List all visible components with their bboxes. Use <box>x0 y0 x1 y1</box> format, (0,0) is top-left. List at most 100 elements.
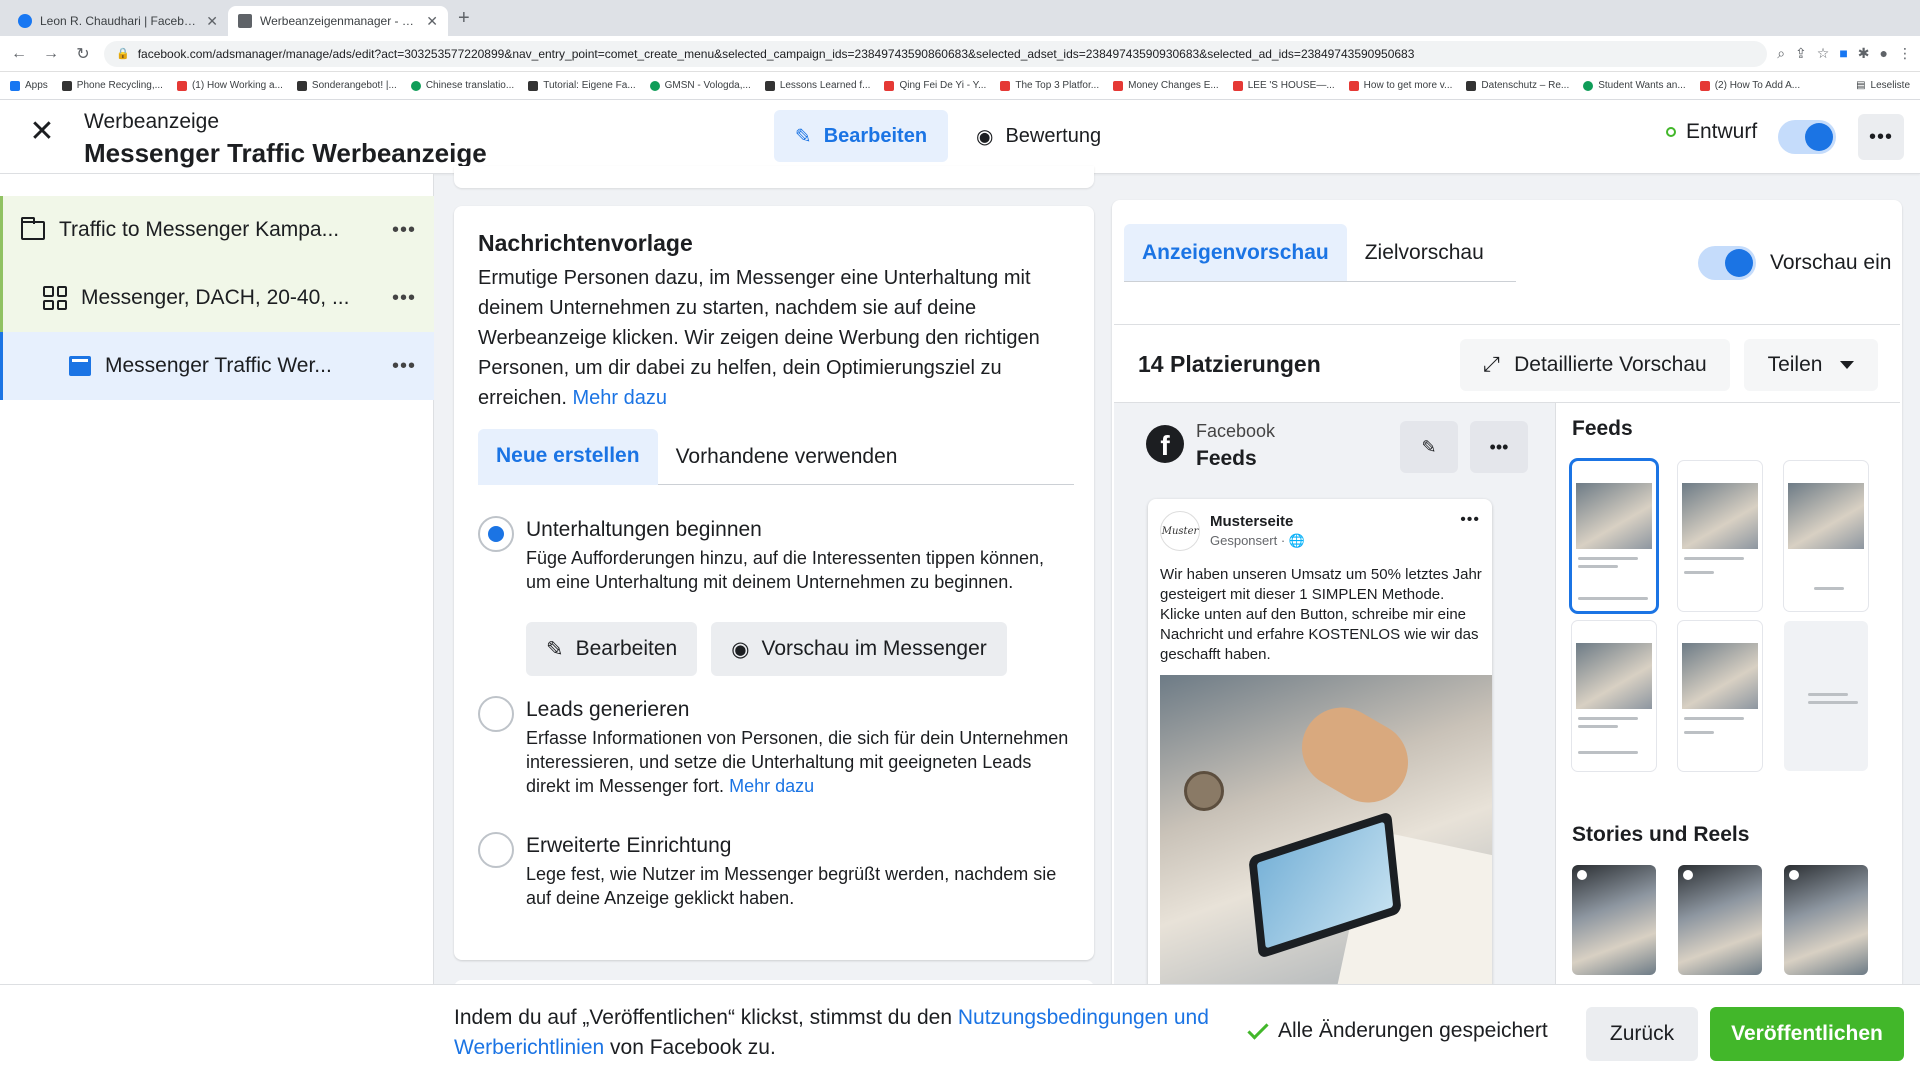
learn-more-link[interactable]: Mehr dazu <box>573 387 668 409</box>
bookmark-item[interactable]: Datenschutz – Re... <box>1466 80 1569 91</box>
placement-thumbnail[interactable] <box>1572 461 1656 611</box>
messenger-icon: ◉ <box>731 637 750 661</box>
tab-destination-preview[interactable]: Zielvorschau <box>1347 224 1502 281</box>
more-dots-icon[interactable]: ••• <box>374 219 434 242</box>
reading-list[interactable]: ▤ Leseliste <box>1856 80 1910 91</box>
folder-icon <box>21 216 45 240</box>
back-arrow-icon[interactable]: ← <box>8 45 30 63</box>
bookmark-apps[interactable]: Apps <box>10 80 48 91</box>
browser-tab-adsmanager[interactable]: Werbeanzeigenmanager - Wer ✕ <box>228 6 448 36</box>
star-icon[interactable]: ☆ <box>1817 45 1830 62</box>
share-icon[interactable]: ⇪ <box>1795 45 1807 62</box>
browser-tab-title: Leon R. Chaudhari | Facebook <box>40 14 199 28</box>
tab-create-new[interactable]: Neue erstellen <box>478 429 658 485</box>
bookmark-item[interactable]: GMSN - Vologda,... <box>649 80 751 91</box>
close-tab-icon[interactable]: ✕ <box>206 13 218 30</box>
sidebar-item-label: Traffic to Messenger Kampa... <box>59 218 340 241</box>
url-field[interactable]: 🔒 facebook.com/adsmanager/manage/ads/edi… <box>104 40 1768 67</box>
bookmark-favicon-icon <box>764 80 775 91</box>
option-generate-leads[interactable]: Leads generieren Erfasse Informationen v… <box>478 696 1074 798</box>
bookmark-favicon-icon <box>296 80 307 91</box>
story-thumbnail[interactable] <box>1678 865 1762 975</box>
preview-toggle[interactable] <box>1698 246 1756 280</box>
zoom-icon[interactable]: ⌕ <box>1777 45 1785 62</box>
more-options-button[interactable]: ••• <box>1858 114 1904 160</box>
bookmark-item[interactable]: LEE 'S HOUSE—... <box>1232 80 1335 91</box>
preview-toggle-group: Vorschau ein <box>1698 246 1891 280</box>
radio-generate-leads[interactable] <box>478 696 514 732</box>
back-button[interactable]: Zurück <box>1586 1007 1698 1061</box>
more-dots-icon[interactable]: ••• <box>374 287 434 310</box>
post-text: Wir haben unseren Umsatz um 50% letztes … <box>1160 566 1482 663</box>
learn-more-link[interactable]: Mehr dazu <box>729 776 814 796</box>
bookmark-favicon-icon <box>1232 80 1243 91</box>
placement-thumbnail[interactable] <box>1784 621 1868 771</box>
bookmark-item[interactable]: The Top 3 Platfor... <box>1000 80 1099 91</box>
bookmark-favicon-icon <box>1466 80 1477 91</box>
option-description: Füge Aufforderungen hinzu, auf die Inter… <box>526 548 1045 592</box>
sidebar-item-ad[interactable]: Messenger Traffic Wer... ••• <box>0 332 434 400</box>
placement-thumbnail[interactable] <box>1678 621 1762 771</box>
radio-advanced-setup[interactable] <box>478 832 514 868</box>
bookmark-item[interactable]: Tutorial: Eigene Fa... <box>528 80 636 91</box>
bookmark-item[interactable]: Phone Recycling,... <box>61 80 163 91</box>
edit-mode-button[interactable]: ✎ Bearbeiten <box>774 110 948 162</box>
forward-arrow-icon[interactable]: → <box>40 45 62 63</box>
close-icon[interactable]: ✕ <box>28 117 56 147</box>
edit-template-button[interactable]: ✎ Bearbeiten <box>526 622 698 676</box>
review-mode-button[interactable]: ◉ Bewertung <box>976 110 1101 162</box>
ad-icon <box>69 356 91 376</box>
bookmark-item[interactable]: How to get more v... <box>1348 80 1452 91</box>
more-dots-icon: ••• <box>1489 436 1509 457</box>
facebook-extension-icon[interactable]: ■ <box>1839 45 1847 62</box>
bookmark-item[interactable]: Qing Fei De Yi - Y... <box>884 80 986 91</box>
post-more-icon[interactable]: ••• <box>1460 511 1480 529</box>
bookmark-item[interactable]: (2) How To Add A... <box>1699 80 1800 91</box>
bookmark-item[interactable]: Sonderangebot! |... <box>296 80 397 91</box>
bookmark-item[interactable]: Chinese translatio... <box>410 80 514 91</box>
address-bar: ← → ↻ 🔒 facebook.com/adsmanager/manage/a… <box>0 36 1920 72</box>
detailed-preview-button[interactable]: ⤢ Detaillierte Vorschau <box>1460 339 1730 391</box>
preview-in-messenger-button[interactable]: ◉ Vorschau im Messenger <box>711 622 1007 676</box>
option-start-conversations[interactable]: Unterhaltungen beginnen Füge Aufforderun… <box>478 516 1074 676</box>
placement-thumbnail[interactable] <box>1784 461 1868 611</box>
profile-avatar-icon[interactable]: ● <box>1880 45 1888 62</box>
placement-thumbnail[interactable] <box>1572 621 1656 771</box>
bookmark-item[interactable]: Student Wants an... <box>1583 80 1686 91</box>
reload-icon[interactable]: ↻ <box>72 44 94 64</box>
bookmark-favicon-icon <box>1583 80 1594 91</box>
puzzle-icon[interactable]: ✱ <box>1858 45 1870 62</box>
placements-header: 14 Platzierungen ⤢ Detaillierte Vorschau… <box>1114 325 1900 403</box>
radio-start-conversations[interactable] <box>478 516 514 552</box>
more-dots-icon[interactable]: ••• <box>374 355 434 378</box>
bookmark-item[interactable]: (1) How Working a... <box>176 80 283 91</box>
placement-more-button[interactable]: ••• <box>1470 421 1528 473</box>
ad-active-toggle[interactable] <box>1778 120 1836 154</box>
sponsored-label: Gesponsert · 🌐 <box>1210 533 1305 548</box>
bookmark-item[interactable]: Lessons Learned f... <box>764 80 870 91</box>
pencil-icon: ✎ <box>794 125 812 148</box>
option-title: Unterhaltungen beginnen <box>526 518 762 541</box>
sidebar-item-adset[interactable]: Messenger, DACH, 20-40, ... ••• <box>0 264 434 332</box>
ad-post-preview: Muster Musterseite Gesponsert · 🌐 ••• Wi… <box>1148 499 1492 999</box>
story-thumbnail[interactable] <box>1784 865 1868 975</box>
youtube-icon <box>1000 80 1011 91</box>
edit-placement-button[interactable]: ✎ <box>1400 421 1458 473</box>
browser-tab-facebook[interactable]: Leon R. Chaudhari | Facebook ✕ <box>8 6 228 36</box>
menu-kebab-icon[interactable]: ⋮ <box>1898 45 1912 62</box>
lock-icon: 🔒 <box>116 48 130 60</box>
story-thumbnail[interactable] <box>1572 865 1656 975</box>
publish-button[interactable]: Veröffentlichen <box>1710 1007 1904 1061</box>
card-description: Ermutige Personen dazu, im Messenger ein… <box>478 267 1040 409</box>
tab-use-existing[interactable]: Vorhandene verwenden <box>658 429 916 484</box>
new-tab-icon[interactable]: + <box>448 7 480 36</box>
close-tab-icon[interactable]: ✕ <box>426 13 438 30</box>
sidebar-item-campaign[interactable]: Traffic to Messenger Kampa... ••• <box>0 196 434 264</box>
bookmark-favicon-icon <box>649 80 660 91</box>
bookmark-item[interactable]: Money Changes E... <box>1113 80 1219 91</box>
option-advanced-setup[interactable]: Erweiterte Einrichtung Lege fest, wie Nu… <box>478 832 1074 910</box>
post-image <box>1160 675 1492 999</box>
tab-ad-preview[interactable]: Anzeigenvorschau <box>1124 224 1347 281</box>
share-button[interactable]: Teilen <box>1744 339 1878 391</box>
placement-thumbnail[interactable] <box>1678 461 1762 611</box>
